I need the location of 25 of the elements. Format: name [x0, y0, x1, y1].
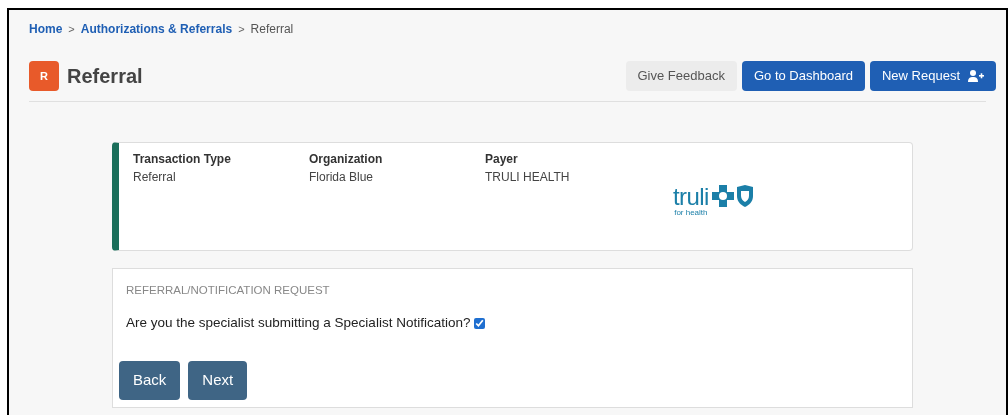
feedback-button[interactable]: Give Feedback: [625, 61, 737, 91]
back-button[interactable]: Back: [119, 360, 181, 400]
add-user-icon: [968, 70, 984, 82]
section-heading: REFERRAL/NOTIFICATION REQUEST: [126, 283, 331, 298]
field-value: Florida Blue: [309, 169, 375, 186]
next-button[interactable]: Next: [188, 360, 248, 400]
breadcrumb-link[interactable]: Home: [29, 20, 63, 38]
breadcrumb-separator: >: [68, 21, 75, 37]
question-text: Are you the specialist submitting a Specialist Notification?: [126, 314, 471, 333]
cross-shield-icon: [711, 185, 756, 207]
field-value: TRULI HEALTH: [485, 169, 571, 186]
field-label: Organization: [309, 151, 384, 168]
new-request-button[interactable]: New Request: [869, 61, 996, 91]
page-title: Referral: [67, 64, 143, 89]
field-value: Referral: [133, 169, 177, 186]
breadcrumb-current: Referral: [250, 21, 294, 38]
logo-wordmark: truli: [673, 185, 709, 209]
breadcrumb-link[interactable]: Authorizations & Referrals: [80, 20, 233, 38]
breadcrumb-separator: >: [238, 21, 245, 37]
field-label: Payer: [485, 151, 519, 168]
notification-checkbox[interactable]: [474, 317, 486, 329]
field-label: Transaction Type: [133, 151, 232, 168]
referral-badge: R: [29, 61, 59, 91]
dashboard-button[interactable]: Go to Dashboard: [741, 61, 865, 91]
logo-tagline: for health: [674, 209, 708, 217]
